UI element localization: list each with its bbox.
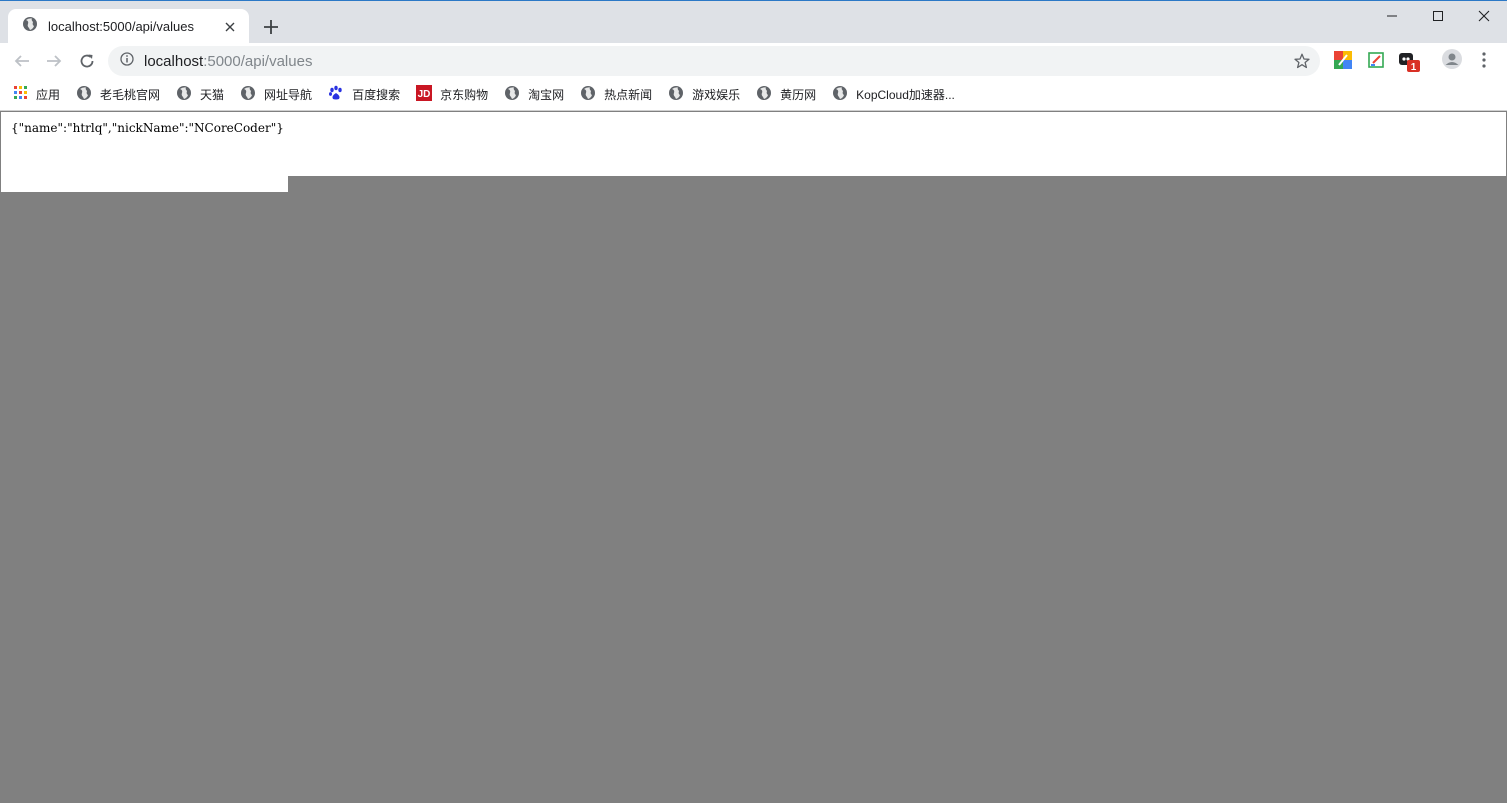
globe-icon	[240, 85, 256, 104]
reload-button[interactable]	[73, 47, 101, 75]
bookmark-label: 网址导航	[264, 88, 313, 102]
jd-icon-text: JD	[418, 89, 431, 100]
bookmark-item[interactable]: 游戏娱乐	[668, 85, 740, 104]
globe-icon	[668, 85, 684, 104]
globe-icon	[22, 16, 38, 37]
bookmark-label: 热点新闻	[604, 88, 653, 102]
bookmark-label: 天猫	[200, 88, 225, 102]
info-icon[interactable]	[120, 51, 134, 71]
forward-button[interactable]	[40, 47, 68, 75]
new-tab-button[interactable]	[258, 14, 284, 40]
star-icon	[1294, 53, 1310, 69]
url-path: :5000/api/values	[203, 52, 313, 70]
baidu-paw-icon	[328, 85, 344, 104]
maximize-button[interactable]	[1415, 1, 1461, 31]
profile-avatar-button[interactable]	[1442, 49, 1464, 71]
bookmark-item[interactable]: 热点新闻	[580, 85, 652, 104]
bookmark-item[interactable]: 黄历网	[756, 85, 816, 104]
minimize-button[interactable]	[1369, 1, 1415, 31]
apps-grid-icon	[14, 86, 28, 103]
address-bar[interactable]: localhost:5000/api/values	[108, 46, 1320, 76]
forward-arrow-icon	[47, 55, 62, 67]
menu-button[interactable]	[1476, 51, 1496, 71]
close-icon	[1478, 10, 1490, 22]
page-content: {"name":"htrlq","nickName":"NCoreCoder"}	[1, 112, 1506, 176]
maximize-icon	[1433, 11, 1443, 21]
plus-icon	[264, 20, 278, 34]
globe-icon	[504, 85, 520, 104]
extension-colorful-icon[interactable]	[1334, 51, 1354, 71]
bookmark-label: KopCloud加速器...	[856, 88, 955, 102]
bookmark-label: 游戏娱乐	[692, 88, 741, 102]
globe-icon	[76, 85, 92, 104]
bookmark-item[interactable]: 老毛桃官网	[76, 85, 160, 104]
bookmark-label: 百度搜索	[352, 88, 401, 102]
globe-icon	[756, 85, 772, 104]
bookmark-label: 老毛桃官网	[100, 88, 161, 102]
bookmark-item[interactable]: 网址导航	[240, 85, 312, 104]
url-host: localhost	[144, 52, 204, 70]
bookmark-label: 京东购物	[440, 88, 489, 102]
bookmarks-bar: 应用 老毛桃官网 天猫 网址导航 百度搜索 JD 京东购物 淘宝网 热点新闻 游…	[0, 79, 1507, 111]
url-text[interactable]: localhost:5000/api/values	[144, 53, 1288, 70]
extension-badge-icon[interactable]: 1	[1398, 51, 1420, 73]
bookmark-item[interactable]: KopCloud加速器...	[832, 85, 955, 104]
bookmark-item[interactable]: 百度搜索	[328, 85, 400, 104]
reload-icon	[80, 54, 94, 68]
bookmark-apps[interactable]: 应用	[14, 86, 60, 103]
bookmark-item[interactable]: JD 京东购物	[416, 85, 488, 104]
globe-icon	[176, 85, 192, 104]
bookmark-item[interactable]: 天猫	[176, 85, 224, 104]
close-window-button[interactable]	[1461, 1, 1507, 31]
bookmark-label: 黄历网	[780, 88, 817, 102]
tab-title: localhost:5000/api/values	[48, 19, 194, 34]
avatar-icon	[1442, 49, 1462, 69]
tab-close-icon[interactable]	[219, 16, 241, 38]
extension-edit-icon[interactable]	[1367, 51, 1387, 71]
browser-toolbar: localhost:5000/api/values 1	[0, 43, 1507, 79]
bookmark-label: 淘宝网	[528, 88, 565, 102]
tab-strip: localhost:5000/api/values	[0, 0, 1507, 44]
globe-icon	[580, 85, 596, 104]
minimize-icon	[1387, 15, 1397, 17]
back-button[interactable]	[8, 47, 36, 75]
bookmark-star-button[interactable]	[1288, 47, 1316, 75]
page-content-fragment	[1, 176, 288, 192]
extension-badge-count: 1	[1411, 62, 1417, 73]
kebab-menu-icon	[1482, 52, 1486, 68]
browser-window: localhost:5000/api/values localhost:5000…	[0, 0, 1507, 803]
bookmark-item[interactable]: 淘宝网	[504, 85, 564, 104]
globe-icon	[832, 85, 848, 104]
jd-icon: JD	[416, 85, 433, 104]
bookmark-label: 应用	[36, 88, 61, 102]
window-controls	[1369, 1, 1507, 31]
back-arrow-icon	[14, 55, 29, 67]
json-response-text: {"name":"htrlq","nickName":"NCoreCoder"}	[11, 121, 284, 135]
tab-active[interactable]: localhost:5000/api/values	[8, 9, 249, 44]
